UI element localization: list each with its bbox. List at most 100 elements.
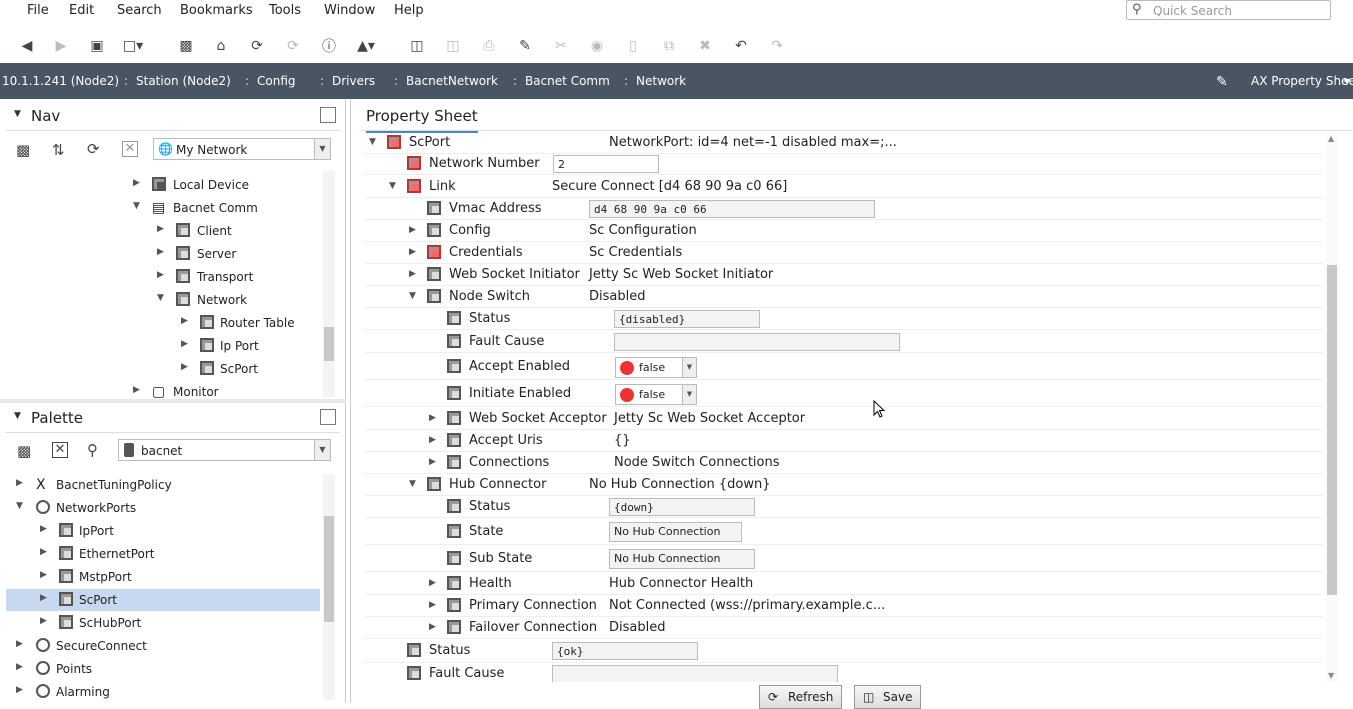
menu-help[interactable]: Help (394, 3, 424, 18)
tree-item[interactable]: ▶ IpPort (0, 520, 320, 542)
refresh-icon[interactable]: ⟳ (87, 140, 100, 158)
tree-item[interactable]: ▼ ▤ Bacnet Comm (0, 197, 320, 219)
refresh-icon[interactable]: ⟳ (248, 37, 266, 55)
breadcrumb-drivers[interactable]: Drivers (332, 74, 375, 88)
property-row[interactable]: ▶ Connections Node Switch Connections (365, 452, 1323, 474)
globe-icon: 🌐 (158, 142, 173, 156)
palette-panel-header: ▼ Palette (6, 403, 340, 433)
open-icon[interactable]: ▲▾ (357, 37, 375, 55)
chevron-down-icon[interactable]: ▼ (1344, 77, 1350, 86)
property-row[interactable]: ▶ Accept Uris{} (365, 430, 1323, 452)
property-row[interactable]: ▼ Link Secure Connect [d4 68 90 9a c0 66] (365, 176, 1323, 198)
refresh-button[interactable]: ⟳ Refresh (759, 685, 843, 709)
info-icon[interactable]: ⓘ (320, 37, 338, 55)
breadcrumb-station[interactable]: Station (Node2) (136, 74, 231, 88)
property-row[interactable]: ▶ Web Socket Acceptor Jetty Sc Web Socket … (365, 408, 1323, 430)
undo-icon[interactable]: ↶ (732, 37, 750, 55)
accept-enabled-select[interactable]: false ▼ (615, 357, 697, 378)
tree-item[interactable]: ▼ Network (0, 289, 320, 311)
quick-search-input[interactable]: ⚲ Quick Search (1126, 0, 1331, 20)
tree-item[interactable]: ▶ Local Device (0, 174, 320, 196)
property-row[interactable]: ▼ Node Switch Disabled (365, 286, 1323, 308)
property-row[interactable]: ▶ Credentials Sc Credentials (365, 242, 1323, 264)
menu-tools[interactable]: Tools (269, 3, 301, 18)
up-level-icon[interactable]: ▣ (88, 37, 106, 55)
property-row: Status {down} (365, 496, 1323, 518)
close-palette-icon[interactable]: ✕ (52, 442, 68, 458)
property-row[interactable]: ▶ Failover Connection Disabled (365, 617, 1323, 639)
menu-edit[interactable]: Edit (69, 3, 94, 18)
open-folder-icon[interactable]: ▩ (17, 442, 31, 460)
property-row[interactable]: ▶ Primary Connection Not Connected (wss://… (365, 595, 1323, 617)
palette-scrollbar[interactable] (323, 474, 335, 700)
edit-icon[interactable]: ✎ (516, 37, 534, 55)
component-icon (200, 361, 216, 377)
tree-item[interactable]: ▼ NetworkPorts (0, 497, 320, 519)
tab-property-sheet[interactable]: Property Sheet (366, 107, 478, 133)
property-row[interactable]: ▶ Web Socket Initiator Jetty Sc Web Socket… (365, 264, 1323, 286)
home-icon[interactable]: ⌂ (212, 37, 230, 55)
tree-item[interactable]: ▶ Server (0, 243, 320, 265)
folder-icon[interactable]: ▩ (177, 37, 195, 55)
property-row[interactable]: ▼ Hub Connector No Hub Connection {down} (365, 474, 1323, 496)
property-row[interactable]: ▶ Config Sc Configuration (365, 220, 1323, 242)
cut-icon: ✂ (555, 38, 567, 54)
breadcrumb-bacnet-comm[interactable]: Bacnet Comm (525, 74, 610, 88)
menu-bookmarks[interactable]: Bookmarks (180, 3, 253, 18)
back-icon[interactable]: ◀ (18, 37, 36, 55)
folder-icon (36, 661, 52, 677)
nav-network-select[interactable]: 🌐 My Network ▼ (153, 138, 331, 160)
menu-window[interactable]: Window (324, 3, 375, 18)
menu-search[interactable]: Search (117, 3, 162, 18)
property-sheet-scrollbar[interactable]: ▲ ▼ (1326, 134, 1338, 682)
port-fault-cause-field (552, 665, 838, 682)
tree-item[interactable]: ▶ Ip Port (0, 335, 320, 357)
tree-item[interactable]: ▶ ScHubPort (0, 612, 320, 634)
sync-icon[interactable]: ⇅ (52, 141, 65, 159)
tree-item-selected[interactable]: ▶ ScPort (6, 589, 320, 611)
component-icon (59, 615, 75, 631)
breadcrumb-host[interactable]: 10.1.1.241 (Node2) (2, 74, 119, 88)
view-selector[interactable]: AX Property Sheet (1251, 74, 1353, 88)
initiate-enabled-select[interactable]: false ▼ (615, 384, 697, 405)
component-icon (200, 338, 216, 354)
nav-scrollbar[interactable] (323, 171, 335, 397)
find-icon[interactable]: ⚲ (87, 441, 98, 459)
property-row[interactable]: ▶ Health Hub Connector Health (365, 573, 1323, 595)
palette-select[interactable]: bacnet ▼ (118, 439, 331, 461)
breadcrumb-bacnetnetwork[interactable]: BacnetNetwork (406, 74, 498, 88)
tree-item[interactable]: ▶ Alarming (0, 681, 320, 703)
menu-file[interactable]: File (27, 3, 49, 18)
maximize-icon[interactable] (320, 107, 336, 123)
tree-item[interactable]: ▶ Client (0, 220, 320, 242)
close-icon[interactable]: ✕ (122, 141, 138, 157)
tab-bar: Property Sheet (361, 99, 1352, 133)
tree-item[interactable]: ▶ SecureConnect (0, 635, 320, 657)
forward-icon[interactable]: ▶ (52, 37, 70, 55)
tree-item[interactable]: ▶ EthernetPort (0, 543, 320, 565)
tree-item[interactable]: ▶ ScPort (0, 358, 320, 380)
new-tab-icon[interactable]: ▩ (16, 141, 30, 159)
collapse-icon[interactable]: ▼ (14, 109, 21, 119)
save-all-icon: ◫ (446, 38, 460, 54)
breadcrumb-network[interactable]: Network (636, 74, 686, 88)
view-icon[interactable]: □▾ (123, 37, 143, 55)
nav-tree: ▶ Local Device ▼ ▤ Bacnet Comm ▶ Client ▶ Ser… (0, 171, 320, 399)
pencil-icon[interactable]: ✎ (1216, 74, 1228, 90)
collapse-icon[interactable]: ▼ (14, 411, 21, 421)
breadcrumb-config[interactable]: Config (257, 74, 296, 88)
tree-item[interactable]: ▶ ▢ Monitor (0, 381, 320, 399)
maximize-icon[interactable] (320, 409, 336, 425)
save-icon[interactable]: ◫ (408, 37, 426, 55)
status-dot-icon (620, 388, 634, 402)
tree-item[interactable]: ▶ Router Table (0, 312, 320, 334)
tree-item[interactable]: ▶ Points (0, 658, 320, 680)
save-button[interactable]: ◫ Save (854, 685, 922, 709)
tree-item[interactable]: ▶ MstpPort (0, 566, 320, 588)
property-row[interactable]: ▼ ScPort NetworkPort: id=4 net=-1 disabled… (365, 132, 1323, 154)
tree-item[interactable]: ▶ Transport (0, 266, 320, 288)
network-number-field[interactable]: 2 (553, 155, 659, 173)
tree-item[interactable]: ▶ Χ BacnetTuningPolicy (0, 474, 320, 496)
chevron-down-icon: ▼ (314, 440, 330, 460)
paste-icon: ▯ (629, 38, 637, 54)
